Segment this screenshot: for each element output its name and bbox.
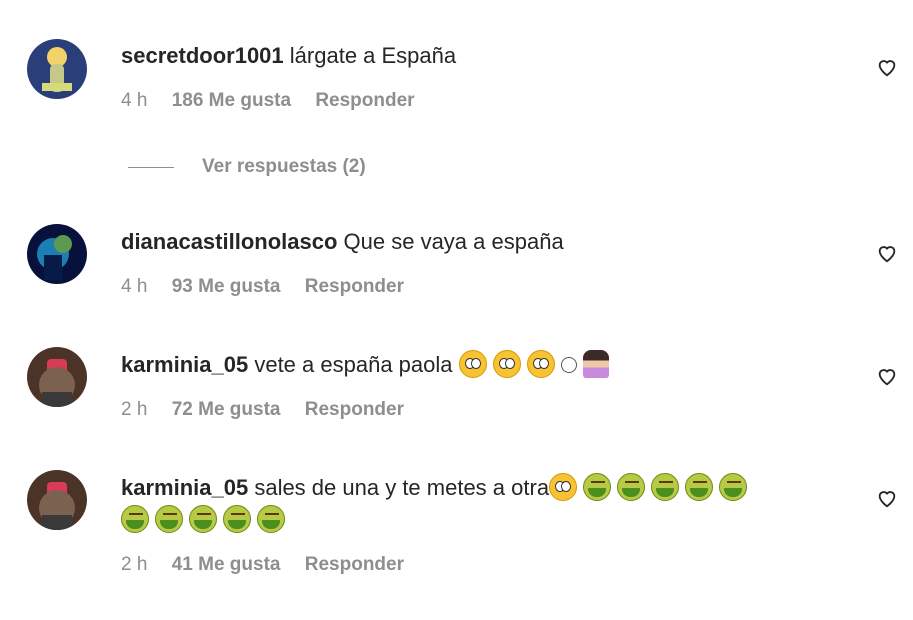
heart-icon[interactable] (876, 56, 898, 78)
nauseated-face-icon (257, 505, 285, 533)
comment-body: vete a españa paola (254, 352, 453, 377)
face-with-rolling-eyes-icon (526, 350, 555, 378)
comment-time[interactable]: 2 h (121, 399, 147, 420)
heart-icon[interactable] (876, 242, 898, 264)
nauseated-face-icon (651, 473, 680, 501)
comment-meta: 4 h 186 Me gusta Responder (121, 90, 434, 112)
replies-divider (128, 166, 174, 168)
face-with-rolling-eyes-icon (549, 473, 578, 501)
comment-username[interactable]: karminia_05 (121, 475, 248, 500)
comment-time[interactable]: 2 h (121, 554, 147, 575)
comment-username[interactable]: dianacastillonolasco (121, 229, 337, 254)
comment-likes[interactable]: 41 Me gusta (172, 554, 281, 575)
comment-likes[interactable]: 93 Me gusta (172, 276, 281, 297)
view-replies-button[interactable]: Ver respuestas (2) (128, 154, 366, 180)
nauseated-face-icon (155, 505, 183, 533)
comment-meta: 4 h 93 Me gusta Responder (121, 276, 423, 298)
comment-username[interactable]: karminia_05 (121, 352, 248, 377)
face-with-rolling-eyes-icon (492, 350, 521, 378)
comment-body: sales de una y te metes a otra (254, 475, 550, 500)
avatar[interactable] (27, 224, 87, 284)
nauseated-face-icon (583, 473, 612, 501)
comment-meta: 2 h 41 Me gusta Responder (121, 554, 423, 576)
comment-text: secretdoor1001 lárgate a España (121, 40, 833, 72)
avatar[interactable] (27, 39, 87, 99)
reply-button[interactable]: Responder (305, 399, 404, 420)
nauseated-face-icon (223, 505, 251, 533)
comment-meta: 2 h 72 Me gusta Responder (121, 399, 423, 421)
comment-time[interactable]: 4 h (121, 90, 147, 111)
comment-text: karminia_05 vete a españa paola (121, 349, 833, 381)
comment-username[interactable]: secretdoor1001 (121, 43, 284, 68)
comment-likes[interactable]: 72 Me gusta (172, 399, 281, 420)
reply-button[interactable]: Responder (315, 90, 414, 111)
reply-button[interactable]: Responder (305, 554, 404, 575)
avatar[interactable] (27, 347, 87, 407)
heart-icon[interactable] (876, 487, 898, 509)
nauseated-face-icon (685, 473, 714, 501)
face-with-rolling-eyes-icon (458, 350, 487, 378)
view-replies-label: Ver respuestas (2) (202, 156, 366, 177)
comment-text: karminia_05 sales de una y te metes a ot… (121, 472, 833, 536)
reply-button[interactable]: Responder (305, 276, 404, 297)
heart-icon[interactable] (876, 365, 898, 387)
woman-facepalming-icon (582, 350, 609, 378)
nauseated-face-icon (121, 505, 149, 533)
comment-body: lárgate a España (289, 43, 457, 68)
avatar[interactable] (27, 470, 87, 530)
nauseated-face-icon (189, 505, 217, 533)
small-face-icon (560, 357, 577, 373)
nauseated-face-icon (617, 473, 646, 501)
comment-likes[interactable]: 186 Me gusta (172, 90, 291, 111)
comment-time[interactable]: 4 h (121, 276, 147, 297)
comment-text: dianacastillonolasco Que se vaya a españ… (121, 226, 833, 258)
comment-body: Que se vaya a españa (343, 229, 564, 254)
nauseated-face-icon (719, 473, 748, 501)
